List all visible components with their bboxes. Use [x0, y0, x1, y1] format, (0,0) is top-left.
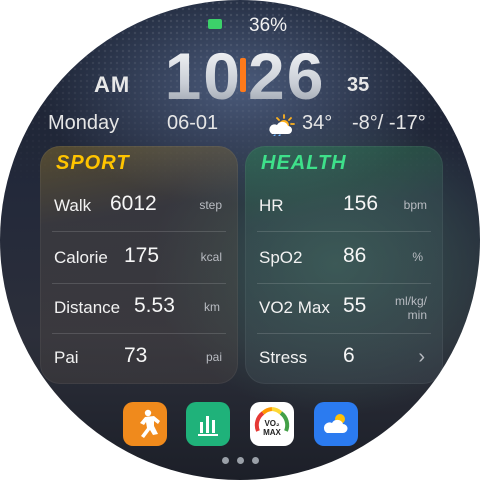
weekday: Monday [48, 112, 120, 134]
row-unit: step [199, 198, 222, 212]
sport-row-walk[interactable]: Walk 6012 step [52, 182, 226, 232]
max-label: MAX [263, 428, 281, 437]
sport-card[interactable]: SPORT Walk 6012 step Calorie 175 kcal Di… [40, 146, 238, 384]
row-label: Calorie [54, 248, 108, 267]
page-indicator [0, 457, 480, 467]
partly-cloudy-sun-icon [269, 114, 295, 136]
row-value: 6 [343, 344, 355, 367]
chevron-right-icon: › [418, 346, 425, 368]
ampm-indicator: AM [94, 72, 131, 97]
activity-chart-app-icon[interactable] [186, 402, 230, 446]
sport-row-pai[interactable]: Pai 73 pai [52, 334, 226, 384]
health-title: HEALTH [261, 152, 347, 174]
row-label: HR [259, 196, 284, 215]
bar-chart-icon [198, 416, 218, 436]
row-unit: bpm [403, 198, 427, 212]
sun-cloud-icon [323, 414, 348, 433]
workout-app-icon[interactable] [123, 402, 167, 446]
row-unit: pai [205, 350, 222, 364]
page-dot[interactable] [237, 457, 244, 464]
app-shortcuts: VO₂ MAX [0, 402, 480, 446]
clock-seconds: 35 [347, 74, 370, 96]
row-value: 73 [124, 344, 148, 367]
health-row-stress[interactable]: Stress 6 › [257, 334, 431, 384]
page-dot[interactable] [252, 457, 259, 464]
row-label: Walk [54, 196, 92, 215]
clock-hours: 10 [150, 38, 242, 114]
vo2-gauge-icon: VO₂ MAX [254, 407, 290, 437]
running-figure-icon [140, 409, 160, 438]
unit-line-2: min [407, 308, 427, 322]
row-value: 86 [343, 244, 367, 267]
health-row-hr[interactable]: HR 156 bpm [257, 182, 431, 232]
sport-row-distance[interactable]: Distance 5.53 km [52, 284, 226, 334]
row-unit: kcal [200, 250, 222, 264]
sport-row-calorie[interactable]: Calorie 175 kcal [52, 234, 226, 284]
vo2-label: VO₂ [264, 419, 280, 428]
row-label: Pai [54, 348, 79, 367]
row-value: 156 [343, 192, 379, 215]
weather-app-icon[interactable] [314, 402, 358, 446]
temperature-range: -8°/ -17° [352, 112, 426, 134]
row-label: Stress [259, 348, 308, 367]
row-unit: ml/kg/ min [395, 294, 427, 322]
date: 06-01 [167, 112, 219, 134]
row-unit: % [412, 250, 423, 264]
date-weather-row: Monday 06-01 34° -8°/ -17° [0, 112, 480, 138]
health-row-vo2max[interactable]: VO2 Max 55 ml/kg/ min [257, 284, 431, 334]
sport-title: SPORT [56, 152, 130, 174]
row-unit: km [204, 300, 220, 314]
battery-percentage: 36% [249, 15, 288, 36]
watch-face: 36% AM 10 26 35 Monday 06-01 34° -8°/ -1… [0, 0, 480, 480]
current-temperature: 34° [302, 112, 333, 134]
clock-minutes: 26 [248, 38, 344, 114]
row-value: 55 [343, 294, 367, 317]
clock-separator [240, 58, 246, 92]
unit-line-1: ml/kg/ [394, 294, 427, 308]
health-card[interactable]: HEALTH HR 156 bpm SpO2 86 % VO2 Max 55 m… [245, 146, 443, 384]
battery-icon [208, 19, 222, 29]
row-value: 5.53 [134, 294, 175, 317]
battery-status: 36% [0, 14, 480, 36]
page-dot[interactable] [222, 457, 229, 464]
row-label: Distance [54, 298, 121, 317]
health-row-spo2[interactable]: SpO2 86 % [257, 234, 431, 284]
vo2-max-app-icon[interactable]: VO₂ MAX [250, 402, 294, 446]
row-label: SpO2 [259, 248, 303, 267]
row-value: 175 [124, 244, 160, 267]
row-value: 6012 [110, 192, 157, 215]
row-label: VO2 Max [259, 298, 330, 317]
